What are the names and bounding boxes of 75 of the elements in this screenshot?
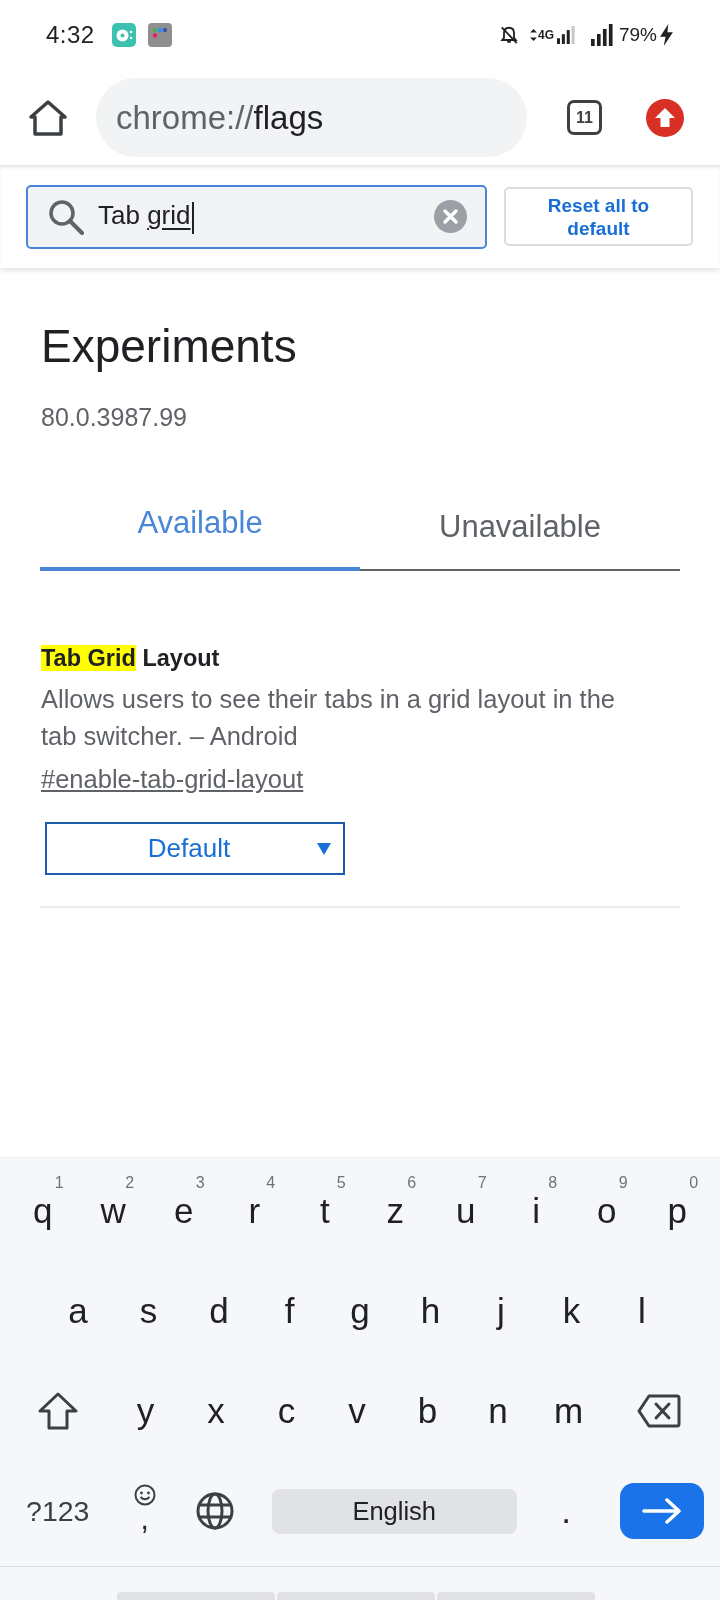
- reset-button[interactable]: Reset all to default: [504, 187, 693, 246]
- keyboard-key[interactable]: b: [392, 1361, 463, 1461]
- page-title: Experiments: [41, 320, 298, 372]
- flag-dropdown[interactable]: Default: [45, 822, 345, 875]
- signal-bars-icon: [556, 26, 575, 44]
- flag-description: Allows users to see their tabs in a grid layout in the tab switcher. – Android: [41, 684, 617, 752]
- keyboard-key[interactable]: h: [395, 1261, 466, 1361]
- keyboard-key[interactable]: f: [254, 1261, 325, 1361]
- status-time: 4:32: [46, 21, 95, 49]
- key-hint: 7: [477, 1174, 487, 1192]
- symbols-key[interactable]: ?123: [5, 1461, 110, 1561]
- signal-bars-icon: [590, 24, 613, 46]
- keyboard-key[interactable]: s: [113, 1261, 184, 1361]
- keyboard-key[interactable]: c: [251, 1361, 322, 1461]
- keyboard-key[interactable]: i 8: [501, 1161, 572, 1261]
- keyboard-key[interactable]: .: [530, 1461, 602, 1561]
- keyboard-key[interactable]: o 9: [571, 1161, 642, 1261]
- keyboard-key[interactable]: z 6: [360, 1161, 431, 1261]
- smiley-icon: [133, 1484, 156, 1506]
- update-button[interactable]: [646, 98, 684, 137]
- bell-muted-icon: [498, 25, 519, 45]
- clear-icon: [434, 200, 467, 233]
- search-query: Tab grid: [98, 199, 194, 234]
- keyboard-key[interactable]: l: [606, 1261, 678, 1361]
- keyboard-key[interactable]: t 5: [289, 1161, 360, 1261]
- dropdown-arrow-icon: [317, 842, 331, 855]
- keyboard-key[interactable]: j: [465, 1261, 537, 1361]
- text-cursor: [191, 201, 194, 234]
- tab-switcher-button[interactable]: 11: [567, 100, 602, 135]
- key-hint: 5: [336, 1174, 346, 1192]
- shift-icon: [38, 1392, 79, 1430]
- keyboard-key[interactable]: g: [324, 1261, 396, 1361]
- keyboard-key[interactable]: e 3: [148, 1161, 219, 1261]
- key-hint: 2: [125, 1174, 135, 1192]
- clear-button[interactable]: [434, 200, 467, 233]
- space-bar[interactable]: English: [271, 1488, 517, 1534]
- comma-key[interactable]: ,: [109, 1461, 180, 1561]
- flag-title: Tab Grid Layout: [41, 644, 220, 673]
- globe-icon: [195, 1492, 234, 1530]
- address-bar[interactable]: chrome://flags: [96, 78, 527, 157]
- home-icon: [29, 98, 67, 137]
- keyboard-key[interactable]: a: [42, 1261, 114, 1361]
- data-arrows-icon: [529, 29, 537, 41]
- key-hint: 8: [548, 1174, 558, 1192]
- keyboard-key[interactable]: u 7: [430, 1161, 501, 1261]
- keyboard-key[interactable]: q 1: [7, 1161, 78, 1261]
- key-hint: 3: [195, 1174, 205, 1192]
- search-field[interactable]: Tab grid: [26, 184, 487, 249]
- arrow-right-icon: [642, 1498, 683, 1524]
- keyboard-key[interactable]: y: [110, 1361, 181, 1461]
- key-hint: 0: [689, 1174, 699, 1192]
- keyboard-key[interactable]: d: [183, 1261, 255, 1361]
- enter-button[interactable]: [620, 1483, 705, 1539]
- network-type: 4G: [537, 29, 554, 41]
- keyboard-key[interactable]: w 2: [78, 1161, 149, 1261]
- keyboard-key[interactable]: p 0: [642, 1161, 713, 1261]
- app-notification-icon: [111, 23, 136, 47]
- key-hint: 1: [54, 1174, 64, 1192]
- app-folder-icon: [147, 23, 172, 47]
- keyboard-key[interactable]: k: [536, 1261, 607, 1361]
- keyboard-key[interactable]: n: [462, 1361, 534, 1461]
- tab[interactable]: Unavailable: [360, 480, 680, 571]
- tab[interactable]: Available: [40, 478, 360, 571]
- keyboard-key[interactable]: m: [533, 1361, 604, 1461]
- key-hint: 6: [407, 1174, 417, 1192]
- backspace-icon: [636, 1394, 681, 1428]
- key-hint: 4: [266, 1174, 276, 1192]
- version-text: 80.0.3987.99: [41, 402, 188, 432]
- keyboard-key[interactable]: r 4: [219, 1161, 290, 1261]
- search-icon: [48, 198, 84, 235]
- flag-link[interactable]: #enable-tab-grid-layout: [41, 761, 304, 798]
- keyboard-key[interactable]: x: [180, 1361, 252, 1461]
- keyboard-key[interactable]: v: [321, 1361, 393, 1461]
- battery-level: 79%: [618, 24, 657, 46]
- key-hint: 9: [618, 1174, 628, 1192]
